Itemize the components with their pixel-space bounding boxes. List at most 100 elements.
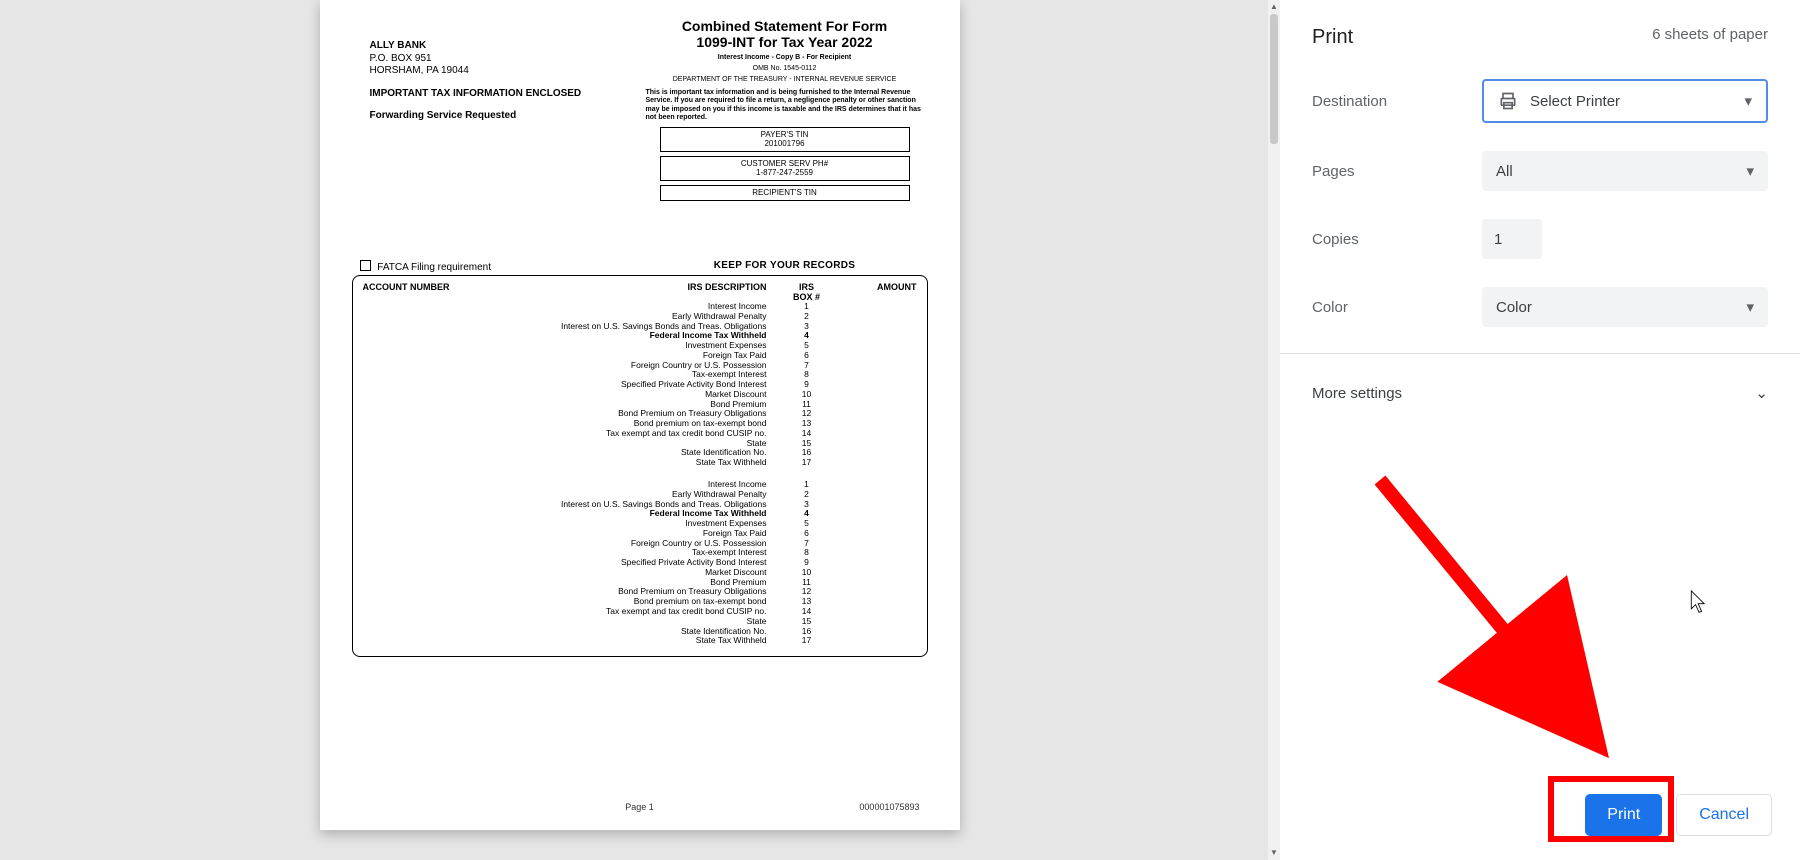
preview-page: ALLY BANK P.O. BOX 951 HORSHAM, PA 19044…	[320, 0, 960, 830]
doc-title-1: Combined Statement For Form	[640, 18, 930, 34]
red-arrow-icon	[1380, 480, 1520, 650]
doc-title-2: 1099-INT for Tax Year 2022	[640, 34, 930, 50]
table-header: ACCOUNT NUMBER IRS DESCRIPTION IRS BOX #…	[363, 282, 917, 302]
info-box-l2: 1-877-247-2559	[661, 168, 909, 178]
more-settings-label: More settings	[1312, 385, 1402, 402]
info-box-l1: CUSTOMER SERV PH#	[661, 159, 909, 169]
document-id: 000001075893	[859, 802, 919, 812]
info-box-l2: 201001796	[661, 139, 909, 149]
destination-value: Select Printer	[1530, 93, 1620, 110]
row-amount	[837, 617, 917, 627]
sender-addr2: HORSHAM, PA 19044	[370, 65, 582, 78]
cancel-button[interactable]: Cancel	[1676, 794, 1772, 836]
pages-row: Pages All ▾	[1280, 137, 1800, 205]
preview-scrollbar[interactable]: ▲ ▼	[1268, 0, 1280, 860]
table-row: Tax exempt and tax credit bond CUSIP no.…	[363, 429, 917, 439]
row-amount	[837, 331, 917, 341]
row-amount	[837, 597, 917, 607]
print-title: Print	[1312, 26, 1353, 49]
table-row: Investment Expenses5	[363, 519, 917, 529]
document-title-block: Combined Statement For Form 1099-INT for…	[640, 18, 930, 201]
row-amount	[837, 568, 917, 578]
print-dialog: ▲ ▼ Print 6 sheets of paper Destination …	[1279, 0, 1800, 860]
row-desc: Tax exempt and tax credit bond CUSIP no.	[363, 607, 777, 617]
sender-block: ALLY BANK P.O. BOX 951 HORSHAM, PA 19044…	[370, 40, 582, 123]
table-row: Interest on U.S. Savings Bonds and Treas…	[363, 500, 917, 510]
print-header: Print 6 sheets of paper	[1280, 0, 1800, 65]
row-box: 17	[777, 458, 837, 468]
row-amount	[837, 480, 917, 490]
hdr-amount: AMOUNT	[837, 282, 917, 302]
dialog-buttons: Print Cancel	[1585, 794, 1772, 836]
destination-label: Destination	[1312, 93, 1482, 110]
hdr-box-top: IRS	[777, 282, 837, 292]
row-amount	[837, 529, 917, 539]
irs-para: This is important tax information and is…	[640, 89, 930, 123]
row-amount	[837, 312, 917, 322]
keep-for-records: KEEP FOR YOUR RECORDS	[640, 260, 930, 271]
fatca-label: FATCA Filing requirement	[377, 262, 491, 273]
row-amount	[837, 636, 917, 646]
row-amount	[837, 341, 917, 351]
color-value: Color	[1496, 299, 1532, 316]
color-label: Color	[1312, 299, 1482, 316]
more-settings-toggle[interactable]: More settings ⌄	[1280, 366, 1800, 420]
table-row: Foreign Country or U.S. Possession7	[363, 361, 917, 371]
table-row: Tax exempt and tax credit bond CUSIP no.…	[363, 607, 917, 617]
doc-sub-1: Interest Income - Copy B - For Recipient	[640, 54, 930, 61]
scroll-down-icon[interactable]: ▼	[1268, 846, 1280, 860]
row-desc: Tax exempt and tax credit bond CUSIP no.	[363, 429, 777, 439]
pages-value: All	[1496, 163, 1513, 180]
row-amount	[837, 519, 917, 529]
printer-icon	[1498, 91, 1518, 111]
table-row: Interest Income1	[363, 480, 917, 490]
row-amount	[837, 351, 917, 361]
table-row: State15	[363, 439, 917, 449]
info-box: RECIPIENT'S TIN	[660, 185, 910, 201]
row-amount	[837, 587, 917, 597]
fatca-row: FATCA Filing requirement	[360, 260, 492, 273]
table-row: Specified Private Activity Bond Interest…	[363, 558, 917, 568]
row-amount	[837, 380, 917, 390]
row-amount	[837, 448, 917, 458]
table-row: State Identification No.16	[363, 448, 917, 458]
chevron-down-icon: ▾	[1744, 92, 1752, 110]
copies-input[interactable]	[1482, 219, 1542, 259]
scroll-up-icon[interactable]: ▲	[1268, 0, 1280, 14]
sheets-count: 6 sheets of paper	[1652, 26, 1768, 49]
row-desc: State Tax Withheld	[363, 636, 777, 646]
table-row: Investment Expenses5	[363, 341, 917, 351]
row-box: 17	[777, 636, 837, 646]
pages-select[interactable]: All ▾	[1482, 151, 1768, 191]
row-amount	[837, 558, 917, 568]
row-amount	[837, 509, 917, 519]
row-amount	[837, 361, 917, 371]
info-box-l1: RECIPIENT'S TIN	[661, 188, 909, 198]
table-row: Federal Income Tax Withheld4	[363, 331, 917, 341]
destination-select[interactable]: Select Printer ▾	[1482, 79, 1768, 123]
sender-addr1: P.O. BOX 951	[370, 53, 582, 66]
row-desc: State Tax Withheld	[363, 458, 777, 468]
table-row: State Identification No.16	[363, 627, 917, 637]
doc-sub-3: DEPARTMENT OF THE TREASURY - INTERNAL RE…	[640, 76, 930, 83]
row-amount	[837, 458, 917, 468]
pages-label: Pages	[1312, 163, 1482, 180]
hdr-account: ACCOUNT NUMBER	[363, 282, 503, 302]
color-select[interactable]: Color ▾	[1482, 287, 1768, 327]
copies-label: Copies	[1312, 231, 1482, 248]
table-row: State15	[363, 617, 917, 627]
print-preview-pane: ALLY BANK P.O. BOX 951 HORSHAM, PA 19044…	[0, 0, 1279, 860]
table-row: Specified Private Activity Bond Interest…	[363, 380, 917, 390]
scroll-thumb[interactable]	[1270, 14, 1278, 144]
forwarding-text: Forwarding Service Requested	[370, 110, 582, 123]
info-box: CUSTOMER SERV PH#1-877-247-2559	[660, 156, 910, 181]
info-box-l1: PAYER'S TIN	[661, 130, 909, 140]
row-amount	[837, 439, 917, 449]
row-amount	[837, 607, 917, 617]
doc-sub-2: OMB No. 1545-0112	[640, 65, 930, 72]
row-amount	[837, 302, 917, 312]
print-button[interactable]: Print	[1585, 794, 1662, 836]
destination-row: Destination Select Printer ▾	[1280, 65, 1800, 137]
tax-notice: IMPORTANT TAX INFORMATION ENCLOSED	[370, 88, 582, 101]
table-row: State Tax Withheld17	[363, 636, 917, 646]
